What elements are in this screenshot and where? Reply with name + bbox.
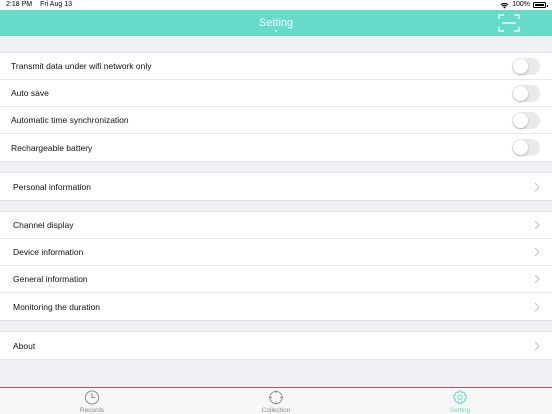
crosshair-icon [268, 390, 284, 405]
toggle-group: Transmit data under wifi network only Au… [0, 52, 552, 162]
status-time: 2:18 PM [6, 1, 33, 8]
chevron-right-icon [534, 220, 540, 230]
status-date: Fri Aug 13 [40, 1, 72, 8]
about-group: About [0, 331, 552, 360]
chevron-right-icon [534, 247, 540, 257]
scan-frame-icon[interactable] [498, 13, 520, 33]
wifi-only-toggle[interactable] [512, 57, 540, 75]
device-group: Channel display Device information Gener… [0, 211, 552, 321]
tab-label: Records [79, 407, 105, 414]
tab-collection[interactable]: Collection [184, 388, 368, 414]
nav-row-label: About [13, 340, 36, 351]
tab-label: Collection [261, 407, 291, 414]
tab-label: Setting [449, 407, 471, 414]
chevron-right-icon [534, 274, 540, 284]
gear-icon [453, 390, 467, 404]
nav-row-label: Channel display [13, 220, 74, 230]
setting-label: Rechargeable battery [11, 142, 93, 153]
nav-row-label: General information [13, 274, 88, 284]
status-bar: 2:18 PM Fri Aug 13 100% [0, 0, 552, 10]
battery-percent: 100% [512, 1, 530, 8]
battery-icon [533, 2, 548, 8]
page-title: Setting [258, 17, 294, 29]
setting-label: Auto save [11, 88, 49, 98]
nav-row-about[interactable]: About [0, 332, 552, 359]
chevron-right-icon [534, 302, 540, 311]
page-indicator-dot [275, 30, 277, 32]
chevron-right-icon [534, 182, 540, 191]
setting-label: Transmit data under wifi network only [11, 61, 152, 71]
time-sync-toggle[interactable] [512, 111, 540, 129]
auto-save-toggle[interactable] [512, 84, 540, 102]
personal-group: Personal information [0, 172, 552, 201]
nav-row-personal-information[interactable]: Personal information [0, 173, 552, 200]
tab-bar: Records Collection Setting [0, 387, 552, 414]
rechargeable-battery-toggle[interactable] [512, 139, 540, 156]
tab-setting[interactable]: Setting [368, 388, 552, 414]
clock-icon [84, 390, 100, 405]
settings-list: Transmit data under wifi network only Au… [0, 36, 552, 360]
nav-row-label: Personal information [13, 181, 91, 192]
setting-row-wifi-only: Transmit data under wifi network only [0, 53, 552, 80]
nav-row-monitoring-duration[interactable]: Monitoring the duration [0, 293, 552, 320]
nav-row-channel-display[interactable]: Channel display [0, 212, 552, 239]
setting-row-rechargeable-battery: Rechargeable battery [0, 134, 552, 161]
wifi-icon [500, 2, 509, 8]
tab-records[interactable]: Records [0, 388, 184, 414]
chevron-right-icon [534, 341, 540, 350]
setting-row-auto-save: Auto save [0, 80, 552, 107]
setting-label: Automatic time synchronization [11, 115, 129, 125]
nav-row-label: Device information [13, 247, 84, 257]
nav-bar: Setting [0, 10, 552, 36]
setting-row-time-sync: Automatic time synchronization [0, 107, 552, 134]
nav-row-general-information[interactable]: General information [0, 266, 552, 293]
nav-row-label: Monitoring the duration [13, 301, 100, 312]
nav-row-device-information[interactable]: Device information [0, 239, 552, 266]
